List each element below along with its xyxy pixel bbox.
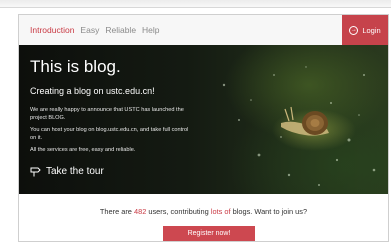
- hero-paragraph: We are really happy to announce that UST…: [30, 107, 184, 121]
- user-stats-text: There are 482 users, contributing lots o…: [19, 207, 388, 216]
- hero-subtitle: Creating a blog on ustc.edu.cn!: [30, 86, 155, 96]
- signpost-icon: [30, 167, 41, 177]
- cta-section: There are 482 users, contributing lots o…: [19, 194, 388, 241]
- nav-item-easy[interactable]: Easy: [80, 25, 99, 35]
- hero-paragraph: All the services are free, easy and reli…: [30, 147, 136, 153]
- stats-suffix: blogs. Want to join us?: [230, 207, 308, 216]
- hero-banner: This is blog. Creating a blog on ustc.ed…: [19, 45, 388, 194]
- login-button[interactable]: → Login: [342, 15, 388, 45]
- nav-item-reliable[interactable]: Reliable: [105, 25, 136, 35]
- nav-links: Introduction Easy Reliable Help: [30, 15, 160, 45]
- stats-prefix: There are: [99, 207, 134, 216]
- browser-top-bar: [0, 0, 391, 8]
- take-tour-link[interactable]: Take the tour: [30, 166, 104, 177]
- login-arrow-icon: →: [349, 25, 359, 35]
- blog-count: lots of: [210, 207, 231, 216]
- register-button[interactable]: Register now!: [163, 226, 255, 241]
- navbar: Introduction Easy Reliable Help → Login: [19, 15, 388, 46]
- hero-paragraph: You can host your blog on blog.ustc.edu.…: [30, 127, 189, 141]
- nav-item-introduction[interactable]: Introduction: [30, 25, 74, 35]
- hero-title: This is blog.: [30, 57, 121, 76]
- nav-item-help[interactable]: Help: [142, 25, 159, 35]
- stats-middle: users, contributing: [146, 207, 211, 216]
- page-frame: Introduction Easy Reliable Help → Login: [18, 14, 389, 242]
- user-count: 482: [133, 207, 147, 216]
- login-label: Login: [362, 25, 381, 35]
- take-tour-label: Take the tour: [46, 166, 104, 177]
